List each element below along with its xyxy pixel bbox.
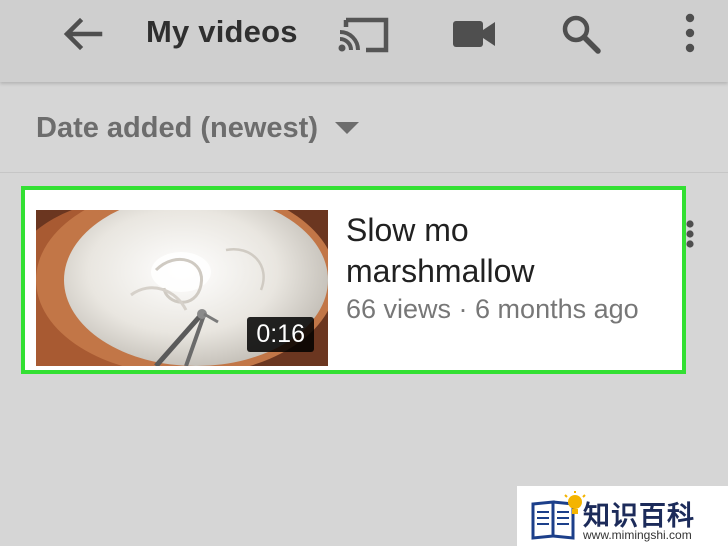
video-camera-icon [453,21,495,47]
sort-dropdown[interactable]: Date added (newest) [36,108,360,148]
cast-icon [338,17,389,53]
search-icon [562,15,601,54]
more-vertical-icon [685,13,695,53]
upload-video-button[interactable] [448,12,500,56]
back-button[interactable] [58,12,108,56]
watermark-url: www.mimingshi.com [583,528,692,542]
app-bar: My videos [0,0,728,82]
sort-label: Date added (newest) [36,111,318,144]
page-title: My videos [146,14,298,49]
video-meta: 66 views · 6 months ago [346,294,639,324]
video-list-item[interactable]: 0:16 Slow mo marshmallow 66 views · 6 mo… [21,186,686,374]
video-thumbnail[interactable]: 0:16 [36,210,328,366]
video-more-button[interactable] [678,218,702,250]
more-vertical-icon [686,220,694,248]
arrow-back-icon [63,17,103,51]
search-button[interactable] [556,10,608,58]
dropdown-caret-icon [335,122,359,134]
more-options-button[interactable] [672,8,708,60]
video-title[interactable]: Slow mo marshmallow [346,210,666,292]
watermark: 知识百科 www.mimingshi.com [517,486,728,546]
cast-button[interactable] [334,10,394,58]
sort-bar: Date added (newest) [0,86,728,173]
duration-badge: 0:16 [247,317,314,352]
book-bulb-logo-icon [531,491,586,540]
